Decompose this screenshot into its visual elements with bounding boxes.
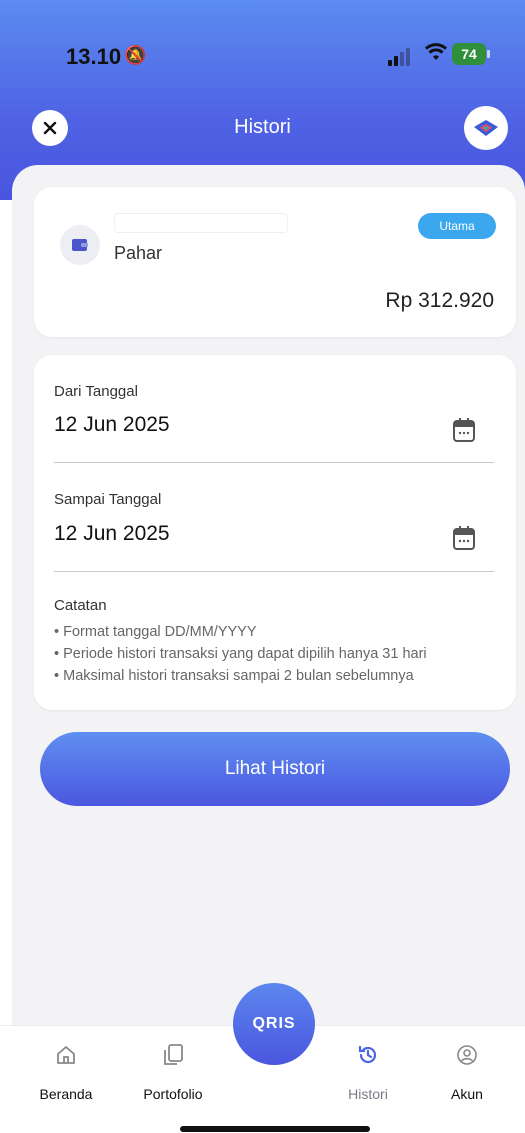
- divider: [54, 462, 494, 463]
- nav-item-akun[interactable]: Akun: [417, 1038, 517, 1102]
- battery-icon: 74: [452, 43, 490, 65]
- status-time: 13.10: [66, 44, 122, 69]
- bell-off-icon: 🔕: [124, 45, 147, 65]
- portfolio-icon: [123, 1038, 223, 1072]
- divider: [54, 571, 494, 572]
- qris-button[interactable]: QRIS: [233, 983, 315, 1065]
- calendar-icon[interactable]: [452, 525, 476, 551]
- status-bar: 13.10 🔕 74: [0, 0, 525, 90]
- to-date-field[interactable]: 12 Jun 2025: [54, 522, 170, 546]
- to-date-label: Sampai Tanggal: [54, 491, 162, 508]
- notes-title: Catatan: [54, 597, 107, 614]
- nav-item-histori[interactable]: Histori: [318, 1038, 418, 1102]
- primary-badge: Utama: [418, 213, 496, 239]
- account-card[interactable]: Pahar Utama Rp 312.920: [34, 187, 516, 337]
- signal-icon: [388, 46, 416, 66]
- date-range-card: Dari Tanggal 12 Jun 2025 Sampai Tanggal …: [34, 355, 516, 710]
- wifi-icon: [424, 42, 448, 68]
- nav-label: Portofolio: [143, 1086, 203, 1102]
- brand-logo-icon: [474, 120, 498, 136]
- page-title: Histori: [234, 116, 291, 138]
- brand-button[interactable]: [464, 106, 508, 150]
- account-name: Pahar: [114, 243, 163, 263]
- view-history-button[interactable]: Lihat Histori: [40, 732, 510, 806]
- note-item: Maksimal histori transaksi sampai 2 bula…: [54, 665, 504, 687]
- history-icon: [318, 1038, 418, 1072]
- calendar-icon[interactable]: [452, 417, 476, 443]
- nav-label: Histori: [348, 1086, 388, 1102]
- home-indicator: [180, 1126, 370, 1132]
- from-date-label: Dari Tanggal: [54, 383, 138, 400]
- content-sheet: Pahar Utama Rp 312.920 Dari Tanggal 12 J…: [12, 165, 525, 1025]
- nav-label: Akun: [451, 1086, 483, 1102]
- nav-label: Beranda: [39, 1086, 93, 1102]
- account-number-mask: [114, 213, 288, 233]
- wallet-icon: [60, 225, 100, 265]
- note-item: Format tanggal DD/MM/YYYY: [54, 621, 504, 643]
- nav-item-portofolio[interactable]: Portofolio: [123, 1038, 223, 1102]
- nav-item-beranda[interactable]: Beranda: [16, 1038, 116, 1102]
- account-balance: Rp 312.920: [385, 289, 494, 312]
- account-icon: [417, 1038, 517, 1072]
- qris-logo: QRIS: [252, 1015, 296, 1032]
- from-date-field[interactable]: 12 Jun 2025: [54, 413, 170, 437]
- notes-list: Format tanggal DD/MM/YYYY Periode histor…: [54, 621, 504, 687]
- note-item: Periode histori transaksi yang dapat dip…: [54, 643, 504, 665]
- home-icon: [16, 1038, 116, 1072]
